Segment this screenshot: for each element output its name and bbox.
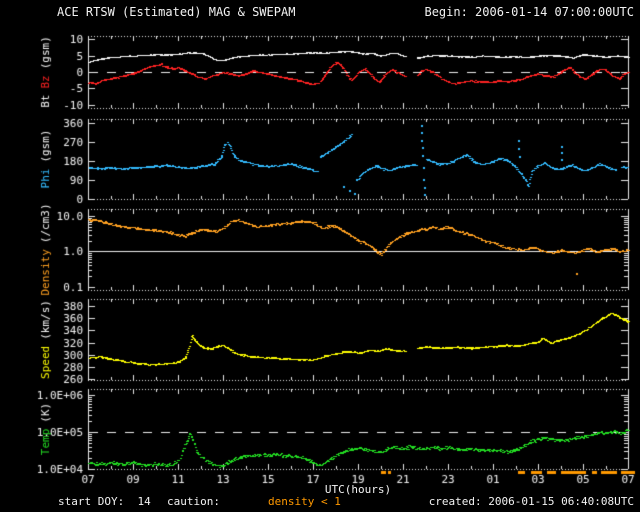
begin-timestamp: Begin: 2006-01-14 07:00:00UTC <box>424 5 634 19</box>
ace-rtsw-plot: ACE RTSW (Estimated) MAG & SWEPAM Begin:… <box>0 0 640 512</box>
created-timestamp: created: 2006-01-15 06:40:08UTC <box>428 495 634 508</box>
caution-label: caution: <box>167 495 220 508</box>
start-doy-label: start DOY: 14 <box>58 495 151 508</box>
chart-canvas <box>0 0 640 512</box>
page-title: ACE RTSW (Estimated) MAG & SWEPAM <box>57 5 296 19</box>
caution-density-label: density < 1 <box>268 495 341 508</box>
